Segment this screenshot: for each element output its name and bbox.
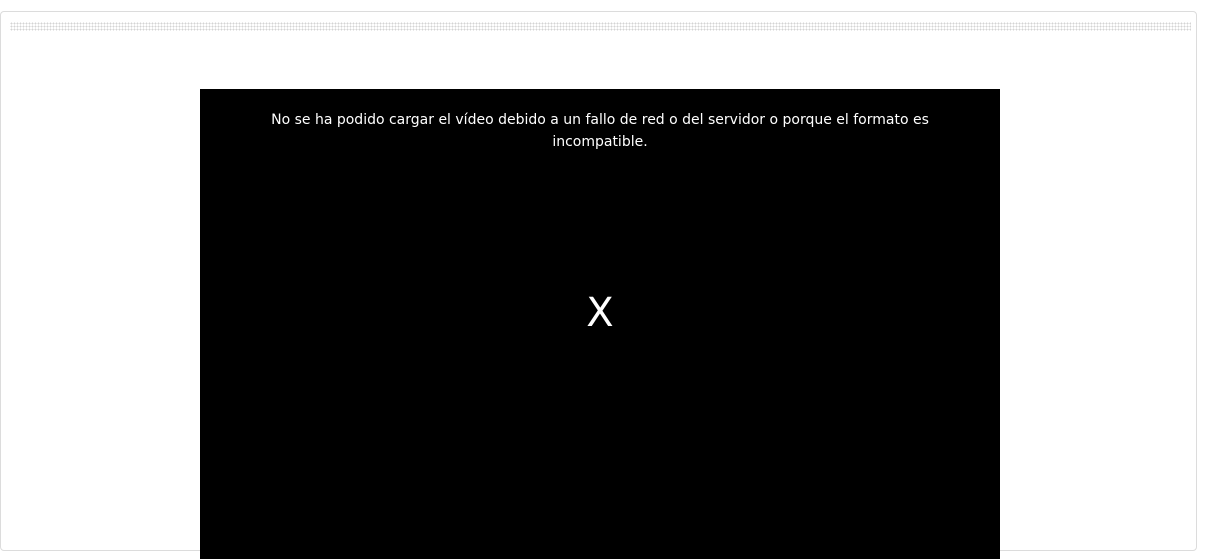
video-player[interactable]: No se ha podido cargar el vídeo debido a… — [200, 89, 1000, 559]
error-x-icon: X — [586, 290, 614, 336]
video-error-message: No se ha podido cargar el vídeo debido a… — [271, 112, 929, 150]
content-panel: No se ha podido cargar el vídeo debido a… — [0, 11, 1197, 559]
panel-drag-handle[interactable] — [10, 22, 1191, 31]
